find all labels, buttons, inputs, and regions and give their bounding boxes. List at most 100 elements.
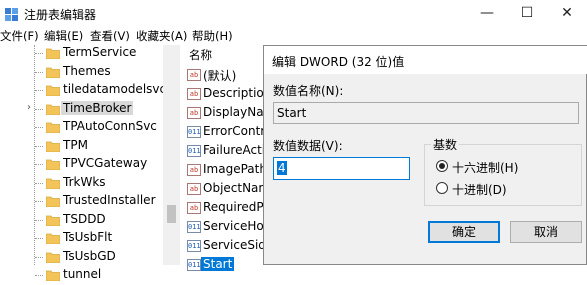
value-row[interactable]: ab ImagePath: [181, 161, 271, 180]
tree-item[interactable]: TPAutoConnSvc: [0, 118, 165, 137]
value-name-text: Start: [277, 106, 307, 120]
registry-editor-window: 注册表编辑器 — ☐ ✕ 文件(F) 编辑(E) 查看(V) 收藏夹(A) 帮助…: [0, 0, 587, 281]
scrollbar-thumb[interactable]: [167, 205, 176, 223]
tree-item[interactable]: TsUsbGD: [0, 248, 165, 267]
value-data-input[interactable]: 4: [273, 157, 410, 180]
menu-favorites[interactable]: 收藏夹(A): [136, 28, 187, 44]
value-row[interactable]: 011 ServiceSidTy: [181, 237, 278, 256]
menu-file[interactable]: 文件(F): [0, 28, 39, 44]
value-row[interactable]: 011 ErrorContro: [181, 123, 273, 142]
value-row[interactable]: ab Description: [181, 85, 271, 104]
key-tree: TermService Themes tiledatamodelsvc › TimeBr…: [0, 44, 180, 281]
tree-item[interactable]: TPVCGateway: [0, 155, 165, 174]
binary-value-icon: 011: [187, 259, 201, 271]
string-value-icon: ab: [187, 69, 201, 81]
folder-icon: [46, 67, 60, 78]
string-value-icon: ab: [187, 202, 201, 214]
folder-icon: [46, 141, 60, 152]
tree-connector: [35, 90, 43, 91]
tree-scrollbar[interactable]: [163, 45, 180, 265]
binary-value-icon: 011: [187, 240, 201, 252]
value-row[interactable]: ab DisplayNam: [181, 104, 275, 123]
radio-dec[interactable]: [436, 182, 448, 194]
folder-icon: [46, 252, 60, 263]
radio-hex-selected-dot: [439, 163, 445, 169]
value-row[interactable]: 011 ServiceHostS: [181, 218, 282, 237]
folder-icon: [46, 85, 60, 96]
value-row[interactable]: ab ObjectName: [181, 180, 277, 199]
binary-value-icon: 011: [187, 145, 201, 157]
folder-icon: [46, 270, 60, 281]
base-label: 基数: [431, 136, 460, 153]
tree-item[interactable]: TsUsbFlt: [0, 229, 165, 248]
tree-connector: [35, 182, 43, 184]
tree-item-label: TsUsbFlt: [63, 230, 113, 244]
close-button[interactable]: ✕: [547, 0, 587, 27]
ok-button[interactable]: 确定: [428, 221, 500, 243]
folder-icon: [46, 196, 60, 207]
string-value-icon: ab: [187, 164, 201, 176]
value-row[interactable]: 011 FailureAction: [181, 142, 280, 161]
title-bar: 注册表编辑器 — ☐ ✕: [0, 0, 587, 27]
value-data-label: 数值数据(V):: [273, 139, 343, 153]
tree-connector: [35, 127, 43, 128]
menu-view[interactable]: 查看(V): [90, 28, 130, 44]
value-data-text: 4: [277, 161, 287, 175]
value-name: Start: [201, 257, 235, 271]
folder-icon: [46, 104, 60, 115]
string-value-icon: ab: [187, 107, 201, 119]
tree-connector: [35, 164, 43, 165]
expand-chevron-icon[interactable]: ›: [27, 102, 31, 113]
registry-editor-icon: [5, 8, 18, 21]
tree-item[interactable]: TermService: [0, 44, 165, 63]
dialog-title-bar: 编辑 DWORD (32 位)值: [264, 46, 587, 74]
value-row[interactable]: ab RequiredPriv: [181, 199, 279, 218]
tree-connector: [35, 145, 43, 147]
tree-item-label: TPVCGateway: [63, 156, 148, 170]
tree-item-label: TrkWks: [63, 174, 106, 189]
edit-dword-dialog: 编辑 DWORD (32 位)值 数值名称(N): Start 数值数据(V):…: [263, 45, 587, 265]
tree-item-label: tiledatamodelsvc: [63, 82, 167, 96]
tree-item[interactable]: tunnel: [0, 266, 165, 285]
cancel-button[interactable]: 取消: [510, 221, 582, 243]
tree-item[interactable]: › TimeBroker: [0, 100, 165, 119]
tree-item-label: TimeBroker: [61, 100, 134, 115]
menu-edit[interactable]: 编辑(E): [44, 28, 83, 44]
tree-item[interactable]: Themes: [0, 63, 165, 82]
tree-item[interactable]: TrustedInstaller: [0, 192, 165, 211]
tree-item[interactable]: tiledatamodelsvc: [0, 81, 167, 100]
tree-connector: [35, 108, 43, 110]
window-title: 注册表编辑器: [24, 8, 97, 22]
tree-item[interactable]: TPM: [0, 137, 165, 156]
column-header-name[interactable]: 名称: [189, 47, 212, 63]
tree-item-label: TsUsbGD: [63, 248, 116, 263]
value-name: ErrorContro: [203, 124, 273, 138]
radio-hex-label[interactable]: 十六进制(H): [452, 159, 518, 176]
folder-icon: [46, 233, 60, 244]
value-name-label: 数值名称(N):: [273, 84, 344, 98]
folder-icon: [46, 215, 60, 226]
radio-dec-label[interactable]: 十进制(D): [452, 181, 507, 198]
radio-hex[interactable]: [436, 160, 448, 172]
tree-connector: [35, 219, 43, 221]
value-name: (默认): [203, 69, 237, 83]
tree-item-label: TermService: [63, 45, 137, 59]
menu-bar: 文件(F) 编辑(E) 查看(V) 收藏夹(A) 帮助(H): [0, 27, 587, 45]
maximize-button[interactable]: ☐: [507, 0, 547, 27]
folder-icon: [46, 48, 60, 59]
string-value-icon: ab: [187, 183, 201, 195]
tree-item[interactable]: TrkWks: [0, 174, 165, 193]
tree-item-label: tunnel: [63, 267, 102, 281]
minimize-button[interactable]: —: [467, 0, 507, 27]
menu-help[interactable]: 帮助(H): [192, 28, 233, 44]
tree-item[interactable]: TSDDD: [0, 211, 165, 230]
value-row[interactable]: 011 Start: [181, 256, 271, 275]
string-value-icon: ab: [187, 88, 201, 100]
binary-value-icon: 011: [187, 221, 201, 233]
value-row[interactable]: ab (默认): [181, 66, 271, 85]
value-name: Description: [203, 86, 272, 100]
tree-connector: [35, 71, 43, 73]
tree-connector: [35, 275, 43, 276]
tree-connector: [35, 53, 43, 54]
tree-item-label: TrustedInstaller: [63, 193, 156, 207]
